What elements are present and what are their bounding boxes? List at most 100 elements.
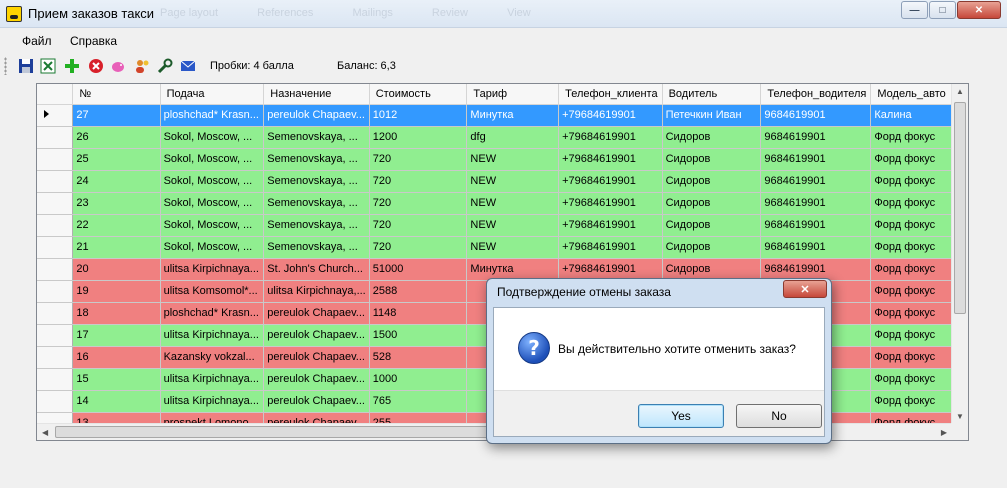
table-cell[interactable]: Semenovskaya, ... xyxy=(263,148,370,171)
table-cell[interactable]: Sokol, Moscow, ... xyxy=(160,170,265,193)
table-cell[interactable]: Сидоров xyxy=(662,170,762,193)
table-cell[interactable]: +79684619901 xyxy=(558,214,663,237)
table-cell[interactable]: Минутка xyxy=(466,258,560,281)
column-header[interactable]: Подача xyxy=(160,84,265,105)
table-cell[interactable]: 21 xyxy=(72,236,161,259)
table-cell[interactable]: 24 xyxy=(72,170,161,193)
column-header[interactable]: Телефон_водителя xyxy=(760,84,872,105)
table-row[interactable]: 27 ploshchad* Krasn... pereulok Chapaev...… xyxy=(37,104,968,127)
table-cell[interactable]: NEW xyxy=(466,236,560,259)
table-cell[interactable]: +79684619901 xyxy=(558,126,663,149)
table-cell[interactable]: 15 xyxy=(72,368,161,391)
add-order-button[interactable] xyxy=(62,56,82,76)
table-cell[interactable]: 765 xyxy=(369,390,468,413)
table-cell[interactable]: 9684619901 xyxy=(760,148,872,171)
table-cell[interactable]: Минутка xyxy=(466,104,560,127)
table-cell[interactable]: +79684619901 xyxy=(558,170,663,193)
column-header[interactable]: Телефон_клиента xyxy=(558,84,663,105)
table-cell[interactable]: ulitsa Kirpichnaya... xyxy=(160,324,265,347)
scroll-down-icon[interactable]: ▼ xyxy=(956,412,964,421)
row-header[interactable] xyxy=(37,390,74,413)
menu-help[interactable]: Справка xyxy=(70,34,117,48)
row-header[interactable] xyxy=(37,148,74,171)
table-cell[interactable]: 2588 xyxy=(369,280,468,303)
table-cell[interactable]: Сидоров xyxy=(662,192,762,215)
table-cell[interactable]: 1148 xyxy=(369,302,468,325)
export-excel-button[interactable] xyxy=(38,56,58,76)
table-cell[interactable]: 720 xyxy=(369,148,468,171)
minimize-button[interactable]: — xyxy=(901,1,928,19)
table-cell[interactable]: 9684619901 xyxy=(760,104,872,127)
table-cell[interactable]: 1012 xyxy=(369,104,468,127)
table-cell[interactable]: ulitsa Kirpichnaya... xyxy=(160,390,265,413)
table-cell[interactable]: Semenovskaya, ... xyxy=(263,170,370,193)
table-cell[interactable]: Semenovskaya, ... xyxy=(263,236,370,259)
table-cell[interactable]: ulitsa Kirpichnaya... xyxy=(160,258,265,281)
column-header[interactable]: Водитель xyxy=(662,84,762,105)
yes-button[interactable]: Yes xyxy=(638,404,724,428)
table-cell[interactable]: 1500 xyxy=(369,324,468,347)
table-cell[interactable]: 9684619901 xyxy=(760,170,872,193)
vertical-scroll-thumb[interactable] xyxy=(954,102,966,314)
row-header[interactable] xyxy=(37,170,74,193)
table-row[interactable]: 24 Sokol, Moscow, ... Semenovskaya, ... 720… xyxy=(37,170,968,193)
table-cell[interactable]: pereulok Chapaev... xyxy=(263,104,370,127)
table-cell[interactable]: NEW xyxy=(466,192,560,215)
menu-file[interactable]: Файл xyxy=(22,34,52,48)
table-row[interactable]: 23 Sokol, Moscow, ... Semenovskaya, ... 720… xyxy=(37,192,968,215)
table-cell[interactable]: pereulok Chapaev... xyxy=(263,302,370,325)
table-cell[interactable]: Сидоров xyxy=(662,126,762,149)
dialog-close-button[interactable]: ✕ xyxy=(783,280,827,298)
finance-button[interactable] xyxy=(108,56,128,76)
vertical-scrollbar[interactable]: ▲ ▼ xyxy=(951,84,968,424)
close-button[interactable]: ✕ xyxy=(957,1,1001,19)
row-header[interactable] xyxy=(37,302,74,325)
table-cell[interactable]: Kazansky vokzal... xyxy=(160,346,265,369)
table-cell[interactable]: pereulok Chapaev... xyxy=(263,346,370,369)
row-header[interactable] xyxy=(37,192,74,215)
table-cell[interactable]: ulitsa Kirpichnaya... xyxy=(160,368,265,391)
table-cell[interactable]: Sokol, Moscow, ... xyxy=(160,126,265,149)
table-row[interactable]: 25 Sokol, Moscow, ... Semenovskaya, ... 720… xyxy=(37,148,968,171)
scroll-right-icon[interactable]: ▶ xyxy=(941,428,947,437)
table-row[interactable]: 20 ulitsa Kirpichnaya... St. John's Church… xyxy=(37,258,968,281)
table-cell[interactable]: pereulok Chapaev... xyxy=(263,368,370,391)
table-cell[interactable]: 9684619901 xyxy=(760,214,872,237)
table-cell[interactable]: 27 xyxy=(72,104,161,127)
table-cell[interactable]: 18 xyxy=(72,302,161,325)
table-cell[interactable]: +79684619901 xyxy=(558,236,663,259)
table-cell[interactable]: Semenovskaya, ... xyxy=(263,126,370,149)
table-cell[interactable]: NEW xyxy=(466,214,560,237)
table-cell[interactable]: 1000 xyxy=(369,368,468,391)
column-header[interactable]: № xyxy=(72,84,161,105)
table-cell[interactable]: 14 xyxy=(72,390,161,413)
table-cell[interactable]: dfg xyxy=(466,126,560,149)
mail-button[interactable] xyxy=(178,56,198,76)
table-cell[interactable]: 23 xyxy=(72,192,161,215)
table-cell[interactable]: 16 xyxy=(72,346,161,369)
row-header[interactable] xyxy=(37,214,74,237)
table-cell[interactable]: 720 xyxy=(369,214,468,237)
table-cell[interactable]: Сидоров xyxy=(662,148,762,171)
table-cell[interactable]: 9684619901 xyxy=(760,126,872,149)
row-header[interactable] xyxy=(37,258,74,281)
table-cell[interactable]: 720 xyxy=(369,170,468,193)
table-cell[interactable]: NEW xyxy=(466,148,560,171)
table-cell[interactable]: 26 xyxy=(72,126,161,149)
table-cell[interactable]: 22 xyxy=(72,214,161,237)
table-cell[interactable]: 19 xyxy=(72,280,161,303)
table-cell[interactable]: 9684619901 xyxy=(760,192,872,215)
table-cell[interactable]: pereulok Chapaev... xyxy=(263,324,370,347)
table-cell[interactable]: Петечкин Иван xyxy=(662,104,762,127)
column-header[interactable]: Стоимость xyxy=(369,84,468,105)
row-header[interactable] xyxy=(37,104,74,127)
table-cell[interactable]: St. John's Church... xyxy=(263,258,370,281)
table-cell[interactable]: ulitsa Komsomol*... xyxy=(160,280,265,303)
save-button[interactable] xyxy=(16,56,36,76)
column-header[interactable]: Назначение xyxy=(263,84,370,105)
table-cell[interactable]: +79684619901 xyxy=(558,148,663,171)
table-cell[interactable]: 20 xyxy=(72,258,161,281)
table-cell[interactable]: 720 xyxy=(369,192,468,215)
row-header[interactable] xyxy=(37,126,74,149)
table-row[interactable]: 22 Sokol, Moscow, ... Semenovskaya, ... 720… xyxy=(37,214,968,237)
